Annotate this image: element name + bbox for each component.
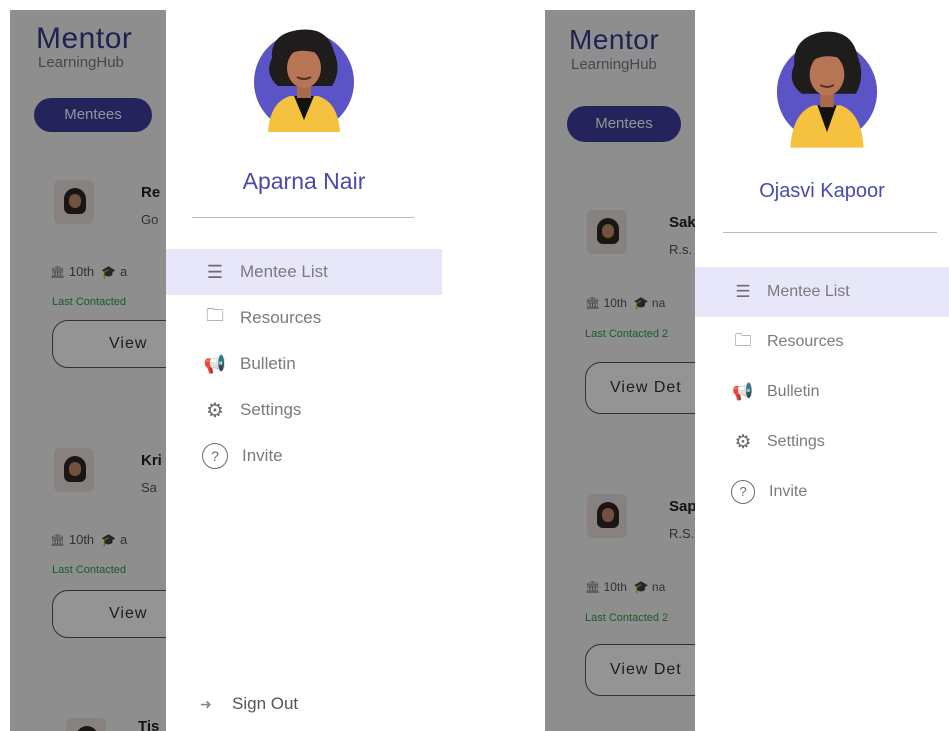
menu-item-mentee-list[interactable]: ☰ Mentee List [166,249,442,295]
sign-out-label: Sign Out [232,694,299,713]
menu-item-mentee-list[interactable]: ☰ Mentee List [695,267,949,317]
user-avatar [776,31,878,148]
menu-item-bulletin[interactable]: 📢 Bulletin [695,367,949,417]
help-icon: ? [202,443,228,469]
menu-item-label: Bulletin [240,354,296,373]
menu-item-label: Bulletin [767,383,820,400]
drawer-divider [723,232,937,233]
menu-item-label: Mentee List [240,262,328,281]
right-phone-screen: Mentor LearningHub Mentees Sak R.s. 🏛 10… [545,10,949,731]
menu-item-settings[interactable]: ⚙ Settings [166,387,442,433]
menu-item-label: Resources [767,333,844,350]
navigation-drawer: Ojasvi Kapoor ☰ Mentee List 🗀 Resources … [695,10,949,731]
sign-out-button[interactable]: ➜ Sign Out [200,694,298,714]
help-icon: ? [731,480,755,504]
list-icon: ☰ [735,282,751,301]
menu-item-resources[interactable]: 🗀 Resources [166,295,442,341]
folder-icon: 🗀 [734,330,752,350]
user-avatar [254,29,354,132]
menu-item-invite[interactable]: ? Invite [166,433,442,479]
gear-icon: ⚙ [734,431,752,453]
menu-item-label: Invite [242,446,283,465]
menu-item-invite[interactable]: ? Invite [695,467,949,517]
megaphone-icon: 📢 [732,382,754,401]
folder-icon: 🗀 [206,305,224,325]
menu-item-label: Settings [240,400,302,419]
menu-item-label: Invite [769,483,808,500]
list-icon: ☰ [206,261,224,282]
user-name: Ojasvi Kapoor [759,180,885,202]
menu-item-settings[interactable]: ⚙ Settings [695,417,949,467]
menu-item-label: Mentee List [767,283,850,300]
menu-item-label: Settings [767,433,825,450]
gear-icon: ⚙ [206,399,224,422]
left-phone-screen: Mentor LearningHub Mentees Re Go 🏛 10th … [10,10,442,731]
user-name: Aparna Nair [242,168,366,194]
sign-out-icon: ➜ [200,695,212,712]
menu-item-label: Resources [240,308,322,327]
megaphone-icon: 📢 [203,353,227,374]
navigation-drawer: Aparna Nair ☰ Mentee List 🗀 Resources 📢 … [166,10,442,731]
drawer-divider [192,217,414,218]
menu-item-resources[interactable]: 🗀 Resources [695,317,949,367]
menu-item-bulletin[interactable]: 📢 Bulletin [166,341,442,387]
